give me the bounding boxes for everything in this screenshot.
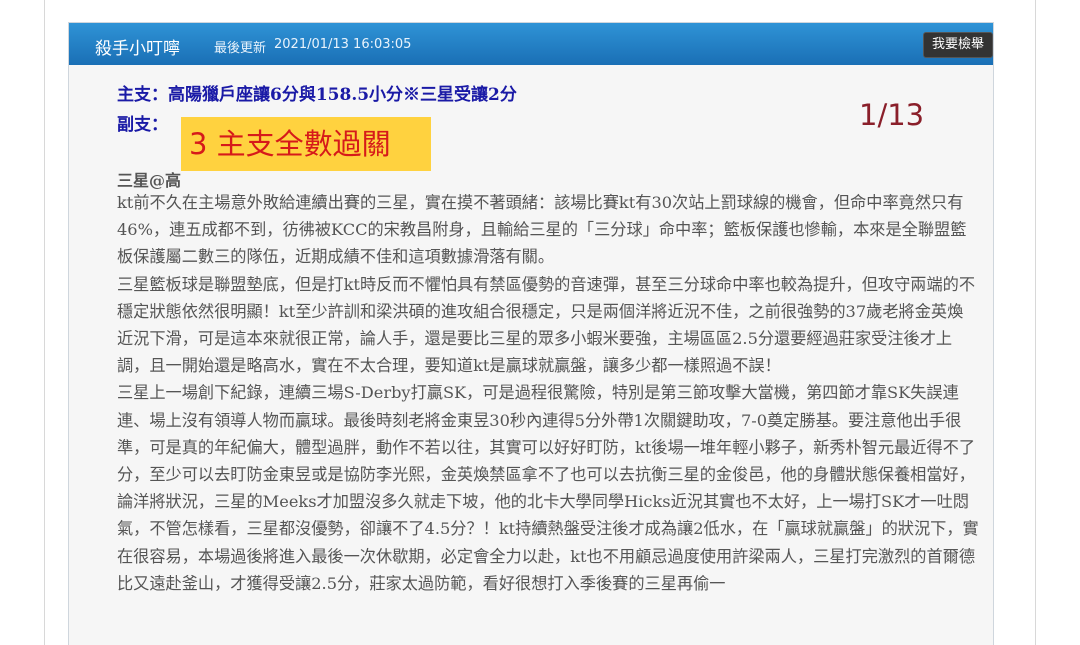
post-header: 殺手小叮嚀 最後更新 2021/01/13 16:03:05 我要檢舉 — [69, 23, 993, 65]
post-card: 殺手小叮嚀 最後更新 2021/01/13 16:03:05 我要檢舉 主支：高… — [68, 22, 994, 645]
article-paragraph: 三星上一場創下紀錄，連續三場S-Derby打贏SK，可是過程很驚險，特別是第三節… — [117, 383, 979, 593]
overlay-date-label: 1/13 — [859, 98, 925, 132]
updated-timestamp: 2021/01/13 16:03:05 — [274, 37, 412, 52]
article-body: kt前不久在主場意外敗給連續出賽的三星，實在摸不著頭緒：該場比賽kt有30次站上… — [117, 189, 979, 597]
main-pick: 主支：高陽獵戶座讓6分與158.5小分※三星受讓2分 — [117, 85, 517, 105]
matchup-title: 三星@高 — [117, 171, 182, 190]
left-border — [44, 0, 45, 645]
right-border — [1035, 0, 1036, 645]
page: 殺手小叮嚀 最後更新 2021/01/13 16:03:05 我要檢舉 主支：高… — [0, 0, 1080, 645]
report-button[interactable]: 我要檢舉 — [922, 32, 993, 58]
article-paragraph: kt前不久在主場意外敗給連續出賽的三星，實在摸不著頭緒：該場比賽kt有30次站上… — [117, 193, 967, 267]
sub-pick: 副支： — [117, 115, 168, 135]
updated-label: 最後更新 — [214, 41, 267, 56]
author-name[interactable]: 殺手小叮嚀 — [95, 34, 180, 59]
article-paragraph: 三星籃板球是聯盟墊底，但是打kt時反而不懼怕具有禁區優勢的音速彈，甚至三分球命中… — [117, 274, 976, 376]
result-overlay-label: 3 主支全數過關 — [181, 117, 431, 171]
